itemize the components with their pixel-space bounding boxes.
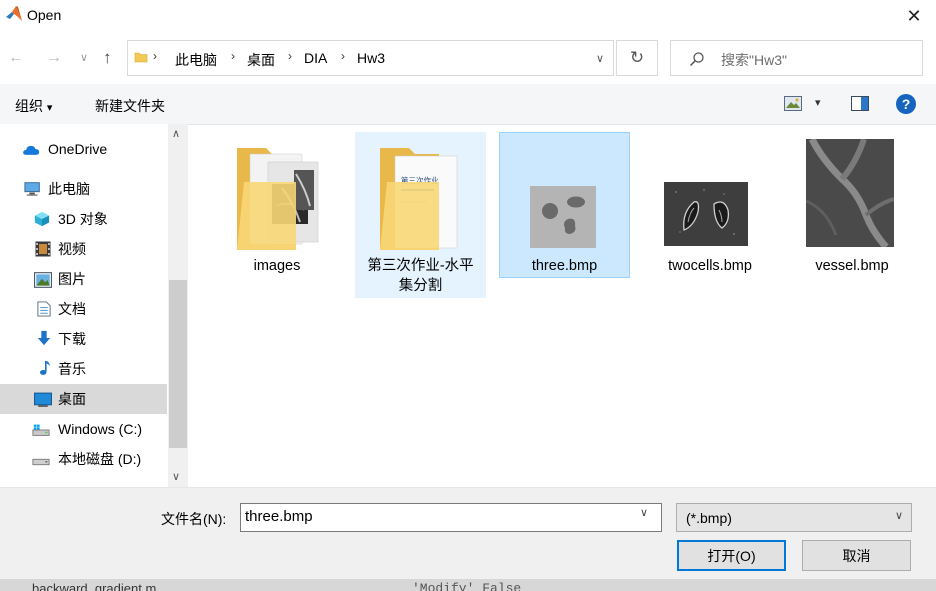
breadcrumb-item-this-pc[interactable]: 此电脑 bbox=[175, 50, 217, 70]
file-item-twocells-bmp[interactable]: twocells.bmp bbox=[640, 132, 780, 282]
breadcrumb-item-dia[interactable]: DIA bbox=[304, 50, 327, 66]
music-note-icon bbox=[40, 360, 50, 375]
organize-arrow-icon: ▾ bbox=[46, 102, 53, 114]
sidebar-item-music[interactable]: 音乐 bbox=[0, 354, 167, 384]
scroll-up-button[interactable]: ∧ bbox=[172, 127, 180, 140]
sidebar-item-local-disk-d[interactable]: 本地磁盘 (D:) bbox=[0, 444, 167, 474]
recent-locations-button[interactable]: ∨ bbox=[80, 51, 88, 64]
filename-input[interactable]: three.bmp bbox=[240, 503, 662, 532]
sidebar-scrollbar-thumb[interactable] bbox=[169, 280, 187, 448]
windows-drive-icon bbox=[32, 424, 50, 436]
chevron-down-icon: ∨ bbox=[595, 52, 605, 65]
sidebar-item-label: 音乐 bbox=[58, 361, 86, 377]
file-label: three.bmp bbox=[531, 258, 598, 274]
file-label: images bbox=[253, 258, 301, 274]
help-button[interactable]: ? bbox=[896, 94, 916, 114]
open-button[interactable]: 打开(O) bbox=[677, 540, 786, 571]
sidebar-item-label: OneDrive bbox=[48, 141, 108, 157]
file-type-dropdown-icon[interactable]: ∨ bbox=[895, 509, 903, 522]
refresh-button[interactable]: ↻ bbox=[616, 40, 658, 76]
close-icon: ✕ bbox=[906, 5, 922, 26]
computer-icon bbox=[24, 182, 40, 196]
search-icon bbox=[689, 52, 704, 67]
folder-small-icon bbox=[134, 52, 148, 63]
help-icon: ? bbox=[901, 96, 911, 112]
matlab-logo-icon bbox=[6, 6, 22, 21]
view-dropdown-arrow-icon[interactable]: ▾ bbox=[815, 96, 821, 109]
desktop-icon bbox=[34, 392, 52, 407]
sidebar-item-windows-c[interactable]: Windows (C:) bbox=[0, 414, 167, 444]
sidebar-item-pictures[interactable]: 图片 bbox=[0, 264, 167, 294]
film-icon bbox=[35, 241, 51, 257]
sidebar-item-documents[interactable]: 文档 bbox=[0, 294, 167, 324]
background-file-tab: backward_gradient.m bbox=[32, 581, 157, 591]
back-button[interactable]: ← bbox=[8, 49, 24, 67]
navigation-pane: OneDrive 此电脑 3D 对象 视频 图片 文档 下载 音乐 桌面 Win… bbox=[0, 124, 188, 487]
refresh-icon: ↻ bbox=[629, 48, 645, 67]
window-title: Open bbox=[27, 7, 62, 23]
breadcrumb-item-hw3[interactable]: Hw3 bbox=[357, 50, 385, 66]
breadcrumb-separator[interactable]: › bbox=[288, 49, 292, 63]
background-code-text: 'Modify' False bbox=[412, 581, 522, 591]
file-item-three-bmp[interactable]: three.bmp bbox=[499, 132, 630, 278]
sidebar-item-label: Windows (C:) bbox=[58, 421, 143, 437]
search-box[interactable]: 搜索"Hw3" bbox=[670, 40, 923, 76]
document-icon bbox=[37, 301, 51, 317]
up-button[interactable]: ↑ bbox=[103, 48, 112, 68]
organize-menu[interactable]: 组织 ▾ bbox=[15, 96, 52, 116]
folder-icon: 第三次作业 bbox=[380, 148, 458, 250]
forward-button[interactable]: → bbox=[46, 49, 62, 67]
file-label: vessel.bmp bbox=[815, 258, 889, 274]
breadcrumb-item-desktop[interactable]: 桌面 bbox=[247, 50, 275, 70]
background-window-strip: backward_gradient.m 'Modify' False bbox=[0, 579, 936, 591]
file-item-images[interactable]: images bbox=[210, 132, 344, 282]
sidebar-item-videos[interactable]: 视频 bbox=[0, 234, 167, 264]
image-thumbnail-twocells bbox=[664, 182, 748, 246]
filename-label: 文件名(N): bbox=[161, 511, 227, 527]
search-placeholder[interactable]: 搜索"Hw3" bbox=[721, 50, 787, 70]
sidebar-item-label: 视频 bbox=[58, 241, 86, 257]
sidebar-item-label: 桌面 bbox=[58, 391, 86, 407]
sidebar-item-label: 图片 bbox=[58, 271, 86, 287]
scroll-down-button[interactable]: ∨ bbox=[172, 470, 180, 483]
image-thumbnail-vessel bbox=[806, 139, 894, 247]
image-thumbnail-three bbox=[530, 186, 596, 248]
breadcrumb-separator[interactable]: › bbox=[231, 49, 235, 63]
sidebar-item-label: 本地磁盘 (D:) bbox=[58, 451, 142, 467]
folder-icon bbox=[237, 148, 319, 250]
cloud-icon bbox=[23, 145, 40, 155]
sidebar-item-3d-objects[interactable]: 3D 对象 bbox=[0, 204, 167, 234]
breadcrumb-separator[interactable]: › bbox=[341, 49, 345, 63]
sidebar-item-downloads[interactable]: 下载 bbox=[0, 324, 167, 354]
sidebar-item-label: 下载 bbox=[58, 331, 86, 347]
sidebar-item-label: 3D 对象 bbox=[58, 211, 108, 227]
filename-dropdown-icon[interactable]: ∨ bbox=[640, 506, 648, 519]
sidebar-item-this-pc[interactable]: 此电脑 bbox=[0, 174, 167, 204]
sidebar-item-onedrive[interactable]: OneDrive bbox=[0, 134, 167, 164]
file-item-vessel-bmp[interactable]: vessel.bmp bbox=[790, 132, 914, 282]
sidebar-item-label: 此电脑 bbox=[48, 181, 90, 197]
disk-drive-icon bbox=[32, 458, 50, 466]
preview-pane-icon[interactable] bbox=[851, 96, 869, 111]
file-label-line2: 集分割 bbox=[398, 278, 443, 294]
file-type-select[interactable]: (*.bmp) bbox=[676, 503, 912, 532]
sidebar-item-desktop[interactable]: 桌面 bbox=[0, 384, 167, 414]
close-button[interactable]: ✕ bbox=[898, 2, 930, 30]
file-label-line1: 第三次作业-水平 bbox=[367, 258, 474, 274]
new-folder-button[interactable]: 新建文件夹 bbox=[95, 96, 165, 116]
picture-icon bbox=[34, 272, 52, 288]
sidebar-item-label: 文档 bbox=[58, 301, 86, 317]
download-arrow-icon bbox=[37, 330, 51, 346]
cancel-button[interactable]: 取消 bbox=[802, 540, 911, 571]
cube-3d-icon bbox=[34, 211, 50, 227]
file-item-homework-folder[interactable]: 第三次作业 第三次作业-水平 集分割 bbox=[355, 132, 486, 298]
file-label: twocells.bmp bbox=[668, 258, 752, 274]
address-dropdown-button[interactable]: ∨ bbox=[586, 40, 614, 76]
breadcrumb-separator[interactable]: › bbox=[153, 49, 157, 63]
view-options-icon[interactable] bbox=[784, 96, 802, 111]
title-bar: Open ✕ bbox=[0, 0, 936, 32]
organize-label: 组织 bbox=[15, 98, 43, 114]
command-toolbar: 组织 ▾ 新建文件夹 ▾ ? bbox=[0, 84, 936, 125]
